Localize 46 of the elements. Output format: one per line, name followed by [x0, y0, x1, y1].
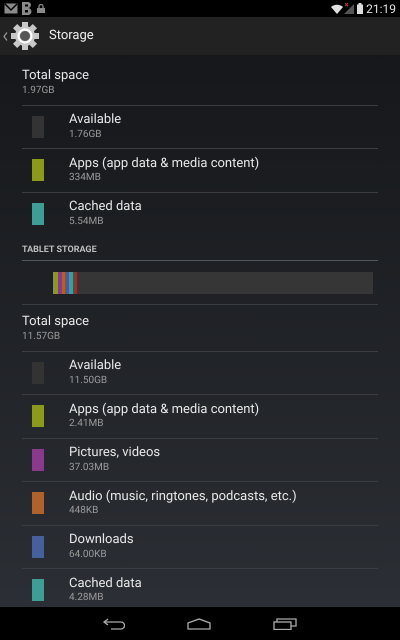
- lock-icon: [37, 4, 45, 13]
- storage-item[interactable]: Apps (app data & media content) 2.41MB: [22, 394, 378, 438]
- gear-icon: [10, 21, 40, 51]
- screen-title: Storage: [49, 27, 94, 46]
- item-value: 2.41MB: [69, 418, 104, 431]
- signal-icon: [344, 3, 354, 14]
- storage-item[interactable]: Downloads 64.00KB: [22, 524, 378, 568]
- item-value: 448KB: [69, 505, 100, 518]
- back-icon: [103, 618, 125, 630]
- back-caret-icon: [3, 32, 8, 40]
- mail-icon: [4, 3, 18, 14]
- recents-button[interactable]: [273, 618, 297, 630]
- clock: 21:19: [366, 0, 396, 18]
- item-title: Available: [69, 358, 122, 375]
- storage-item[interactable]: Audio (music, ringtones, podcasts, etc.) 448KB: [22, 481, 378, 524]
- item-value: 64.00KB: [69, 548, 108, 562]
- wifi-icon: [331, 4, 344, 14]
- item-title: Audio (music, ringtones, podcasts, etc.): [69, 488, 297, 506]
- back-button[interactable]: [103, 618, 125, 630]
- item-title: Apps (app data & media content): [69, 156, 260, 172]
- item-title: Available: [69, 112, 122, 129]
- item-value: 1.76GB: [69, 128, 103, 142]
- item-value: 5.54MB: [69, 216, 104, 228]
- storage-item[interactable]: Available 11.50GB: [22, 350, 378, 394]
- total-title: Total space: [22, 314, 90, 331]
- storage-item[interactable]: Cached data 5.54MB: [22, 192, 378, 235]
- item-value: 334MB: [69, 172, 102, 185]
- total-value: 11.57GB: [22, 330, 62, 344]
- item-title: Cached data: [69, 576, 142, 592]
- item-value: 11.50GB: [69, 374, 108, 388]
- storage-item[interactable]: Apps (app data & media content) 334MB: [22, 148, 378, 192]
- storage-item[interactable]: Pictures, videos 37.03MB: [22, 438, 378, 481]
- item-title: Pictures, videos: [69, 445, 160, 462]
- item-title: Downloads: [69, 532, 134, 549]
- battery-icon: [357, 3, 364, 14]
- item-title: Cached data: [69, 199, 142, 216]
- home-button[interactable]: [187, 618, 211, 630]
- item-value: 37.03MB: [69, 462, 110, 474]
- total-title: Total space: [22, 68, 90, 85]
- home-icon: [187, 618, 211, 630]
- item-value: 4.28MB: [69, 592, 104, 605]
- item-title: Apps (app data & media content): [69, 402, 260, 418]
- storage-item[interactable]: Available 1.76GB: [22, 104, 378, 148]
- recents-icon: [273, 618, 297, 630]
- total-value: 1.97GB: [22, 84, 56, 98]
- section-header: TABLET STORAGE: [22, 244, 97, 256]
